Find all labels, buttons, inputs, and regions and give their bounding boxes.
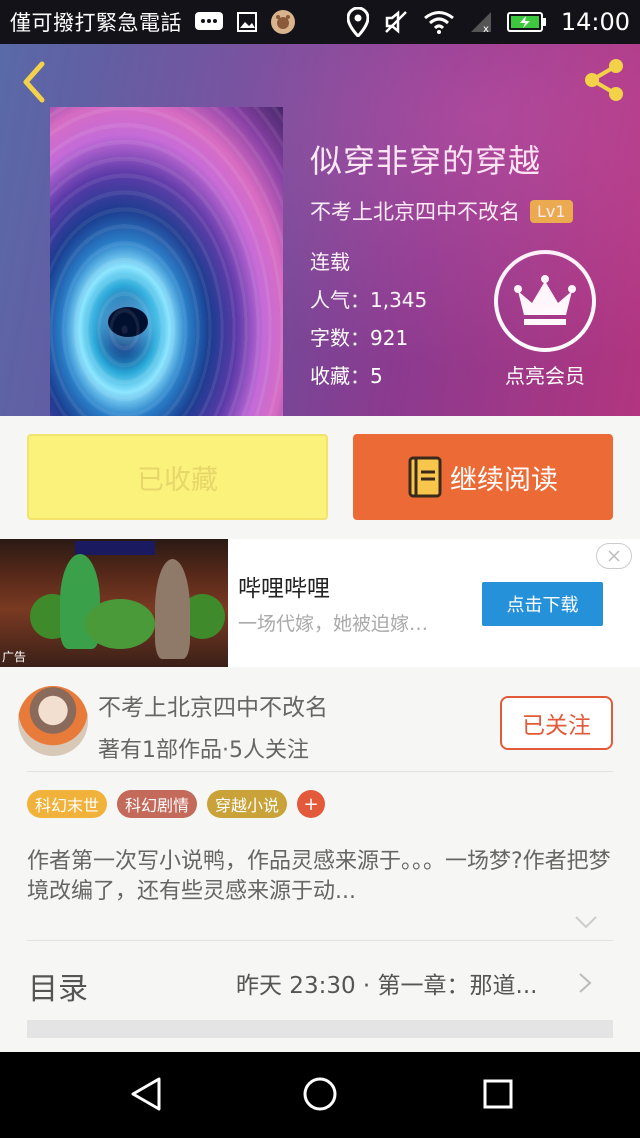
triangle-back-icon <box>131 1077 161 1111</box>
battery-icon <box>506 11 547 33</box>
book-cover[interactable] <box>50 107 283 416</box>
popularity-count: 人气：1,345 <box>310 288 428 312</box>
mute-icon <box>383 9 409 35</box>
nav-recents-button[interactable] <box>478 1074 518 1114</box>
ad-image-banner <box>75 541 155 555</box>
book-header: 似穿非穿的穿越 不考上北京四中不改名 Lv1 连载 人气：1,345 字数：92… <box>0 44 640 416</box>
chevron-right-icon <box>578 972 592 994</box>
toc-title: 目录 <box>28 972 88 1007</box>
book-description[interactable]: 作者第一次写小说鸭，作品灵感来源于。。。一场梦?作者把梦境改编了，还有些灵感来源… <box>27 847 617 907</box>
system-nav-bar <box>0 1052 640 1138</box>
ad-image[interactable]: 广告 <box>0 539 228 667</box>
tag-scifi-drama[interactable]: 科幻剧情 <box>117 790 198 818</box>
crown-badge <box>494 250 596 352</box>
section-separator <box>27 1020 613 1038</box>
location-icon <box>346 7 369 37</box>
add-tag-button[interactable]: + <box>297 790 326 818</box>
divider <box>27 940 613 941</box>
divider <box>27 771 613 772</box>
word-count: 字数：921 <box>310 326 409 350</box>
ad-tag: 广告 <box>2 650 27 664</box>
book-icon <box>408 456 442 498</box>
vip-label: 点亮会员 <box>505 364 585 388</box>
ad-image-tree <box>85 599 155 649</box>
ad-description: 一场代嫁，她被迫嫁… <box>238 613 429 635</box>
author-stats: 著有1部作品·5人关注 <box>98 738 309 763</box>
square-recents-icon <box>483 1079 513 1109</box>
circle-home-icon <box>303 1077 337 1111</box>
favorites-count: 收藏：5 <box>310 364 383 388</box>
collected-button[interactable]: 已收藏 <box>27 434 328 520</box>
author-name[interactable]: 不考上北京四中不改名 <box>98 688 328 722</box>
image-icon <box>236 11 258 33</box>
nav-back-button[interactable] <box>126 1074 166 1114</box>
close-icon <box>608 550 620 562</box>
crown-icon <box>514 275 576 325</box>
latest-chapter: 昨天 23:30 · 第一章：那道... <box>236 973 538 999</box>
ad-close-button[interactable] <box>596 543 632 569</box>
back-arrow-icon <box>23 61 45 103</box>
nav-home-button[interactable] <box>300 1074 340 1114</box>
continue-reading-button[interactable]: 继续阅读 <box>353 434 613 520</box>
chevron-down-icon <box>575 916 597 929</box>
clock: 14:00 <box>560 8 630 36</box>
collected-label: 已收藏 <box>137 464 218 496</box>
ad-download-button[interactable]: 点击下载 <box>482 582 603 626</box>
book-title: 似穿非穿的穿越 <box>310 142 542 180</box>
follow-button[interactable]: 已关注 <box>500 696 613 750</box>
header-author-row[interactable]: 不考上北京四中不改名 Lv1 <box>310 196 573 226</box>
ad-title[interactable]: 哔哩哔哩 <box>238 569 330 603</box>
svg-text:x: x <box>483 24 489 34</box>
continue-reading-label: 继续阅读 <box>450 464 558 496</box>
author-card[interactable]: 不考上北京四中不改名 著有1部作品·5人关注 已关注 <box>0 676 640 772</box>
ad-image-figure <box>155 559 190 659</box>
share-icon <box>585 59 623 101</box>
vip-button[interactable]: 点亮会员 <box>490 250 600 389</box>
serial-status: 连载 <box>310 250 350 274</box>
level-badge: Lv1 <box>530 199 573 223</box>
app-icon <box>270 9 296 35</box>
tag-scifi-apocalypse[interactable]: 科幻末世 <box>27 790 108 818</box>
back-button[interactable] <box>16 60 52 104</box>
table-of-contents-row[interactable]: 目录 昨天 23:30 · 第一章：那道... <box>0 942 640 1020</box>
message-icon <box>194 11 224 33</box>
genre-tags: 科幻末世 科幻剧情 穿越小说 + <box>27 790 326 818</box>
emergency-call-notice: 僅可撥打緊急電話 <box>10 11 182 35</box>
status-bar: 僅可撥打緊急電話 x 14:00 <box>0 0 640 44</box>
header-author-name[interactable]: 不考上北京四中不改名 <box>310 196 520 226</box>
expand-description-button[interactable] <box>574 914 598 929</box>
tag-time-travel[interactable]: 穿越小说 <box>207 790 288 818</box>
ad-banner[interactable]: 广告 哔哩哔哩 一场代嫁，她被迫嫁… 点击下载 <box>0 539 640 667</box>
avatar[interactable] <box>18 686 88 756</box>
share-button[interactable] <box>580 56 628 104</box>
signal-icon: x <box>469 10 493 34</box>
wifi-icon <box>423 10 455 34</box>
